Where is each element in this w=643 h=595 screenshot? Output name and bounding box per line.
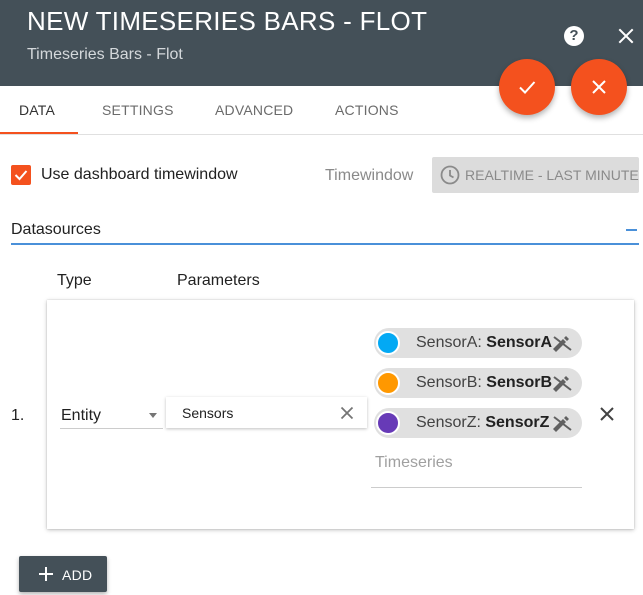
tab-settings[interactable]: SETTINGS <box>102 102 174 118</box>
chip-key: SensorZ <box>485 414 550 431</box>
datasource-type-select[interactable]: Entity <box>60 398 163 429</box>
edit-icon[interactable] <box>551 334 573 357</box>
remove-datasource-icon[interactable] <box>600 407 614 426</box>
collapse-icon[interactable] <box>626 229 637 231</box>
datasources-divider <box>11 243 639 245</box>
chip-key: SensorB <box>486 374 553 391</box>
timeseries-input-underline <box>371 487 582 488</box>
color-swatch[interactable] <box>376 371 400 395</box>
timewindow-button[interactable]: REALTIME - LAST MINUTE <box>432 157 639 193</box>
add-datasource-button[interactable]: ADD <box>19 556 107 592</box>
tab-bar: DATA SETTINGS ADVANCED ACTIONS <box>0 86 643 135</box>
use-dashboard-timewindow-label: Use dashboard timewindow <box>41 166 238 183</box>
tab-active-indicator <box>0 132 78 134</box>
edit-icon[interactable] <box>551 414 573 437</box>
dialog-title: NEW TIMESERIES BARS - FLOT <box>27 6 428 36</box>
chip-label: SensorB: <box>416 374 487 391</box>
tab-actions[interactable]: ACTIONS <box>335 102 399 118</box>
timeseries-input[interactable]: Timeseries <box>375 454 453 472</box>
tab-data[interactable]: DATA <box>19 102 55 118</box>
chip-label: SensorA: <box>416 334 487 351</box>
entity-alias-input[interactable]: Sensors <box>166 397 367 428</box>
chevron-down-icon <box>149 413 157 418</box>
close-icon[interactable] <box>616 26 636 46</box>
use-dashboard-timewindow-checkbox[interactable] <box>11 165 31 185</box>
datasources-header[interactable]: Datasources <box>11 221 101 239</box>
help-icon[interactable]: ? <box>564 26 584 46</box>
check-icon <box>14 170 28 181</box>
datasource-row-index: 1. <box>11 407 25 424</box>
timewindow-button-label: REALTIME - LAST MINUTE <box>465 167 639 183</box>
clear-icon[interactable] <box>340 406 354 425</box>
timeseries-chip[interactable]: SensorB: SensorB <box>374 368 582 398</box>
timeseries-chip[interactable]: SensorZ: SensorZ <box>374 408 582 438</box>
datasource-type-value: Entity <box>61 407 102 424</box>
dialog-subtitle: Timeseries Bars - Flot <box>27 46 183 63</box>
timewindow-label: Timewindow <box>325 167 414 184</box>
color-swatch[interactable] <box>376 411 400 435</box>
column-header-parameters: Parameters <box>177 272 260 289</box>
tab-advanced[interactable]: ADVANCED <box>215 102 293 118</box>
entity-alias-value: Sensors <box>182 405 234 421</box>
datasource-card: Entity Sensors SensorA: SensorA SensorB:… <box>47 300 634 529</box>
add-button-label: ADD <box>62 567 93 583</box>
clock-icon <box>440 165 460 185</box>
plus-icon <box>39 567 53 581</box>
edit-icon[interactable] <box>551 374 573 397</box>
timeseries-chip[interactable]: SensorA: SensorA <box>374 328 582 358</box>
chip-key: SensorA <box>486 334 553 351</box>
column-header-type: Type <box>57 272 92 289</box>
color-swatch[interactable] <box>376 331 400 355</box>
chip-label: SensorZ: <box>416 414 486 431</box>
